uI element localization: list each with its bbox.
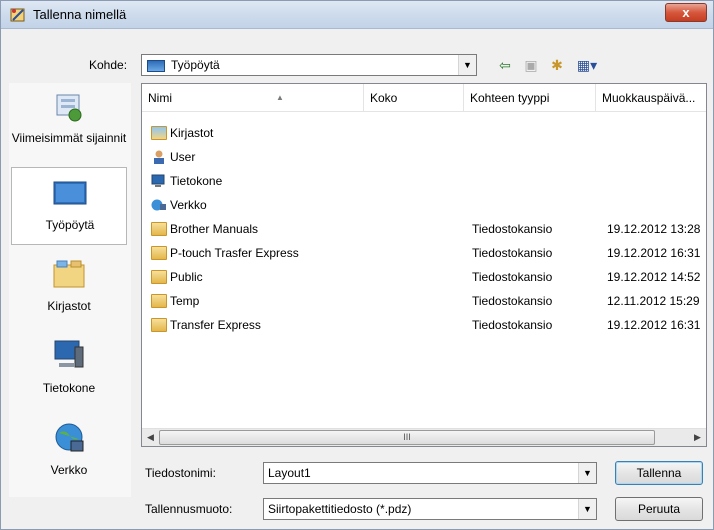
- view-menu-icon[interactable]: ▦▾: [573, 55, 601, 75]
- place-recent[interactable]: Viimeisimmät sijainnit: [11, 85, 127, 163]
- file-list[interactable]: Nimi ▲ Koko Kohteen tyyppi Muokkauspäivä…: [141, 83, 707, 447]
- column-modified[interactable]: Muokkauspäivä...: [596, 84, 706, 112]
- column-type[interactable]: Kohteen tyyppi: [464, 84, 596, 112]
- new-folder-icon[interactable]: ✱: [547, 55, 567, 75]
- column-size[interactable]: Koko: [364, 84, 464, 112]
- save-as-dialog: Tallenna nimellä x Kohde: Työpöytä ▼ ⇦ ▣…: [0, 0, 714, 530]
- folder-icon: [151, 270, 167, 284]
- scroll-right-icon[interactable]: ▶: [689, 429, 706, 446]
- list-item[interactable]: Verkko: [142, 194, 706, 218]
- location-label: Kohde:: [89, 58, 128, 72]
- item-type: Tiedostokansio: [472, 222, 553, 236]
- place-label: Verkko: [50, 463, 88, 477]
- desktop-icon: [53, 181, 87, 205]
- filename-input[interactable]: Layout1 ▼: [263, 462, 597, 484]
- cancel-button[interactable]: Peruuta: [615, 497, 703, 521]
- list-item[interactable]: Brother Manuals Tiedostokansio 19.12.201…: [142, 218, 706, 242]
- title-bar[interactable]: Tallenna nimellä x: [1, 1, 713, 29]
- network-icon: [151, 199, 166, 211]
- item-type: Tiedostokansio: [472, 270, 553, 284]
- up-folder-icon[interactable]: ▣: [521, 55, 541, 75]
- item-name: P-touch Trasfer Express: [170, 246, 299, 260]
- place-libraries[interactable]: Kirjastot: [11, 247, 127, 325]
- location-value: Työpöytä: [171, 58, 220, 72]
- folder-icon: [151, 246, 167, 260]
- filename-value: Layout1: [268, 466, 311, 480]
- list-item[interactable]: Public Tiedostokansio 19.12.2012 14:52: [142, 266, 706, 290]
- item-date: 12.11.2012 15:29: [607, 294, 700, 308]
- folder-icon: [151, 294, 167, 308]
- horizontal-scrollbar[interactable]: ◀ III ▶: [142, 428, 706, 446]
- location-dropdown[interactable]: Työpöytä ▼: [141, 54, 477, 76]
- place-label: Viimeisimmät sijainnit: [11, 131, 127, 145]
- item-name: Kirjastot: [170, 126, 214, 140]
- save-button[interactable]: Tallenna: [615, 461, 703, 485]
- item-date: 19.12.2012 13:28: [607, 222, 701, 236]
- place-computer[interactable]: Tietokone: [11, 329, 127, 407]
- item-name: Verkko: [170, 198, 207, 212]
- item-name: Transfer Express: [170, 318, 261, 332]
- sort-ascending-icon: ▲: [276, 93, 284, 102]
- item-date: 19.12.2012 16:31: [607, 318, 701, 332]
- item-type: Tiedostokansio: [472, 318, 553, 332]
- folder-icon: [151, 318, 167, 332]
- list-item[interactable]: Kirjastot: [142, 122, 706, 146]
- window-title: Tallenna nimellä: [33, 7, 127, 22]
- places-bar: Viimeisimmät sijainnit Työpöytä Kirjasto…: [9, 83, 131, 497]
- folder-icon: [151, 222, 167, 236]
- item-type: Tiedostokansio: [472, 246, 553, 260]
- item-name: Brother Manuals: [170, 222, 259, 236]
- filetype-label: Tallennusmuoto:: [145, 502, 233, 516]
- list-item[interactable]: Temp Tiedostokansio 12.11.2012 15:29: [142, 290, 706, 314]
- chevron-down-icon[interactable]: ▼: [458, 55, 476, 75]
- list-item[interactable]: P-touch Trasfer Express Tiedostokansio 1…: [142, 242, 706, 266]
- place-label: Tietokone: [42, 381, 96, 395]
- list-item[interactable]: Tietokone: [142, 170, 706, 194]
- item-name: User: [170, 150, 196, 164]
- item-name: Temp: [170, 294, 200, 308]
- close-button[interactable]: x: [665, 3, 707, 22]
- place-network[interactable]: Verkko: [11, 409, 127, 487]
- back-arrow-icon[interactable]: ⇦: [495, 55, 515, 75]
- network-icon: [55, 423, 84, 452]
- place-desktop[interactable]: Työpöytä: [11, 167, 127, 245]
- column-name[interactable]: Nimi ▲: [142, 84, 364, 112]
- libraries-icon: [53, 260, 85, 288]
- filename-label: Tiedostonimi:: [145, 466, 216, 480]
- filetype-value: Siirtopakettitiedosto (*.pdz): [268, 502, 412, 516]
- item-date: 19.12.2012 16:31: [607, 246, 701, 260]
- scroll-left-icon[interactable]: ◀: [142, 429, 159, 446]
- column-header-row: Nimi ▲ Koko Kohteen tyyppi Muokkauspäivä…: [142, 84, 706, 112]
- app-icon: [10, 8, 25, 22]
- item-name: Tietokone: [170, 174, 223, 188]
- libraries-icon: [151, 126, 167, 140]
- item-date: 19.12.2012 14:52: [607, 270, 701, 284]
- computer-icon: [54, 340, 84, 368]
- item-name: Public: [170, 270, 203, 284]
- user-icon: [154, 150, 164, 164]
- list-item[interactable]: User: [142, 146, 706, 170]
- recent-places-icon: [56, 94, 82, 122]
- place-label: Työpöytä: [45, 218, 95, 232]
- scrollbar-thumb[interactable]: III: [159, 430, 655, 445]
- chevron-down-icon[interactable]: ▼: [578, 499, 596, 519]
- computer-icon: [151, 174, 165, 187]
- place-label: Kirjastot: [47, 299, 91, 313]
- filetype-select[interactable]: Siirtopakettitiedosto (*.pdz) ▼: [263, 498, 597, 520]
- column-name-label: Nimi: [148, 91, 172, 105]
- list-item[interactable]: Transfer Express Tiedostokansio 19.12.20…: [142, 314, 706, 338]
- chevron-down-icon[interactable]: ▼: [578, 463, 596, 483]
- item-type: Tiedostokansio: [472, 294, 553, 308]
- desktop-icon: [147, 60, 165, 72]
